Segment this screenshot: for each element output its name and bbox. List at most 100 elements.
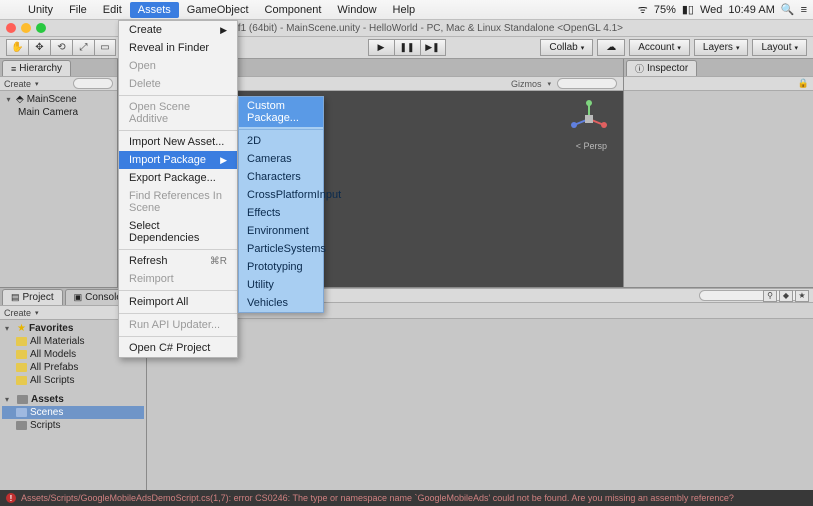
menu-extra-icon[interactable]: ≡: [801, 4, 807, 16]
play-controls: ▶ ❚❚ ▶❚: [368, 39, 446, 56]
macos-menubar: Unity File Edit Assets GameObject Compon…: [0, 0, 813, 20]
play-button[interactable]: ▶: [368, 39, 394, 56]
clock-time: 10:49 AM: [728, 4, 774, 16]
folder-scenes[interactable]: Scenes: [2, 406, 144, 419]
menuitem-open-c-project[interactable]: Open C# Project: [119, 339, 237, 357]
inspector-panel: ⓘInspector 🔒: [623, 59, 813, 287]
inspector-body: [624, 91, 813, 287]
zoom-icon[interactable]: [36, 23, 46, 33]
submenuitem-vehicles[interactable]: Vehicles: [239, 294, 323, 312]
menuitem-find-references-in-scene: Find References In Scene: [119, 187, 237, 217]
filter-type-icon[interactable]: ◆: [779, 290, 793, 302]
menuitem-reimport: Reimport: [119, 270, 237, 288]
submenuitem-prototyping[interactable]: Prototyping: [239, 258, 323, 276]
assets-root[interactable]: ▾Assets: [2, 393, 144, 406]
menuitem-run-api-updater-: Run API Updater...: [119, 316, 237, 334]
step-button[interactable]: ▶❚: [420, 39, 446, 56]
hierarchy-icon: ≡: [11, 64, 16, 74]
import-package-submenu: Custom Package... 2DCamerasCharactersCros…: [238, 96, 324, 313]
folder-scripts[interactable]: Scripts: [2, 419, 144, 432]
submenuitem-particlesystems[interactable]: ParticleSystems: [239, 240, 323, 258]
project-icon: ▤: [11, 292, 20, 303]
submenuitem-environment[interactable]: Environment: [239, 222, 323, 240]
submenuitem-crossplatforminput[interactable]: CrossPlatformInput: [239, 186, 323, 204]
submenuitem-cameras[interactable]: Cameras: [239, 150, 323, 168]
menuitem-create[interactable]: Create▶: [119, 21, 237, 39]
rect-tool[interactable]: ▭: [94, 39, 116, 56]
submenuitem-characters[interactable]: Characters: [239, 168, 323, 186]
menu-help[interactable]: Help: [385, 2, 424, 18]
close-icon[interactable]: [6, 23, 16, 33]
tab-project[interactable]: ▤Project: [2, 289, 63, 305]
error-icon: !: [6, 493, 16, 503]
menu-window[interactable]: Window: [329, 2, 384, 18]
fav-all-scripts[interactable]: All Scripts: [2, 374, 144, 387]
projection-label[interactable]: < Persp: [576, 141, 607, 151]
menu-assets[interactable]: Assets: [130, 2, 179, 18]
tab-inspector[interactable]: ⓘInspector: [626, 60, 697, 76]
menuitem-import-package[interactable]: Import Package▶: [119, 151, 237, 169]
clock-day: Wed: [700, 4, 722, 16]
assets-list[interactable]: ⬘MainScene: [147, 319, 813, 490]
menu-gameobject[interactable]: GameObject: [179, 2, 257, 18]
assets-dropdown: Create▶Reveal in FinderOpenDelete Open Sc…: [118, 20, 238, 358]
scene-root[interactable]: ▾⬘MainScene: [2, 93, 115, 106]
battery-percent: 75%: [654, 4, 676, 16]
hierarchy-search[interactable]: [73, 78, 113, 89]
submenuitem--d[interactable]: 2D: [239, 132, 323, 150]
hierarchy-panel: ≡Hierarchy Create▾ ▾⬘MainScene Main Came…: [0, 59, 118, 287]
submenuitem-custom-package-[interactable]: Custom Package...: [239, 97, 323, 127]
window-traffic-lights[interactable]: [6, 23, 46, 33]
gizmos-toggle[interactable]: Gizmos: [511, 79, 542, 89]
orientation-gizmo[interactable]: [569, 99, 609, 139]
hierarchy-item-main-camera[interactable]: Main Camera: [2, 106, 115, 119]
cloud-button[interactable]: ☁: [597, 39, 625, 56]
console-icon: ▣: [74, 292, 83, 303]
save-search-icon[interactable]: ★: [795, 290, 809, 302]
account-button[interactable]: Account▾: [629, 39, 690, 56]
battery-icon: ▮▯: [682, 3, 694, 16]
menuitem-export-package-[interactable]: Export Package...: [119, 169, 237, 187]
menubar-status: ᯤ 75% ▮▯ Wed 10:49 AM 🔍 ≡: [638, 2, 807, 17]
hierarchy-create[interactable]: Create: [4, 79, 31, 89]
menuitem-open: Open: [119, 57, 237, 75]
status-bar[interactable]: ! Assets/Scripts/GoogleMobileAdsDemoScri…: [0, 490, 813, 506]
project-create[interactable]: Create: [4, 308, 31, 318]
menuitem-delete: Delete: [119, 75, 237, 93]
menu-unity[interactable]: Unity: [20, 2, 61, 18]
hierarchy-toolbar: Create▾: [0, 76, 117, 91]
hand-tool[interactable]: ✋: [6, 39, 28, 56]
inspector-lock-icon[interactable]: 🔒: [798, 78, 809, 89]
submenuitem-utility[interactable]: Utility: [239, 276, 323, 294]
pause-button[interactable]: ❚❚: [394, 39, 420, 56]
layout-button[interactable]: Layout▾: [752, 39, 807, 56]
menuitem-reveal-in-finder[interactable]: Reveal in Finder: [119, 39, 237, 57]
fav-all-prefabs[interactable]: All Prefabs: [2, 361, 144, 374]
menu-component[interactable]: Component: [257, 2, 330, 18]
asset-mainscene[interactable]: ⬘MainScene: [155, 323, 805, 335]
rotate-tool[interactable]: ⟲: [50, 39, 72, 56]
menuitem-select-dependencies[interactable]: Select Dependencies: [119, 217, 237, 247]
tab-hierarchy[interactable]: ≡Hierarchy: [2, 60, 71, 76]
toolbar-right: Collab▾ ☁ Account▾ Layers▾ Layout▾: [540, 39, 807, 56]
transform-tools: ✋ ✥ ⟲ ⤢ ▭: [6, 39, 116, 56]
menu-edit[interactable]: Edit: [95, 2, 130, 18]
menuitem-open-scene-additive: Open Scene Additive: [119, 98, 237, 128]
menuitem-refresh[interactable]: Refresh⌘R: [119, 252, 237, 270]
layers-button[interactable]: Layers▾: [694, 39, 749, 56]
scene-search[interactable]: [557, 78, 617, 89]
minimize-icon[interactable]: [21, 23, 31, 33]
collab-button[interactable]: Collab▾: [540, 39, 593, 56]
project-content: ⚲ ◆ ★ Assets › Scenes ⬘MainScene: [147, 288, 813, 490]
menu-file[interactable]: File: [61, 2, 95, 18]
move-tool[interactable]: ✥: [28, 39, 50, 56]
wifi-icon: ᯤ: [638, 2, 648, 17]
spotlight-icon[interactable]: 🔍: [781, 3, 795, 16]
menuitem-import-new-asset-[interactable]: Import New Asset...: [119, 133, 237, 151]
filter-icon[interactable]: ⚲: [763, 290, 777, 302]
inspector-icon: ⓘ: [635, 62, 644, 75]
submenuitem-effects[interactable]: Effects: [239, 204, 323, 222]
hierarchy-tree[interactable]: ▾⬘MainScene Main Camera: [0, 91, 117, 287]
scale-tool[interactable]: ⤢: [72, 39, 94, 56]
menuitem-reimport-all[interactable]: Reimport All: [119, 293, 237, 311]
